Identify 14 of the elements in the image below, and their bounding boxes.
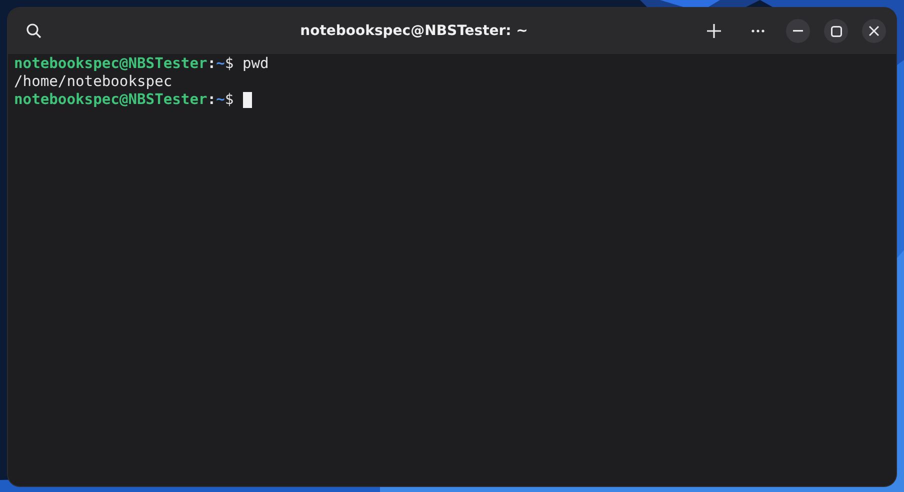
close-icon [869, 26, 879, 36]
output-line: /home/notebookspec [14, 73, 174, 91]
terminal-area[interactable]: notebookspec@NBSTester:~$ pwd /home/notebookspec notebookspec@NBSTester:~$ [8, 54, 896, 486]
more-icon [751, 29, 765, 33]
maximize-icon [830, 26, 842, 36]
minimize-button[interactable] [786, 19, 810, 43]
search-icon [26, 23, 42, 39]
plus-icon [707, 24, 721, 38]
maximize-button[interactable] [824, 19, 848, 43]
minimize-icon [793, 30, 803, 32]
close-button[interactable] [862, 19, 886, 43]
prompt-line: notebookspec@NBSTester:~$ pwd [14, 55, 270, 73]
window-title: notebookspec@NBSTester: ~ [299, 23, 529, 39]
prompt-line: notebookspec@NBSTester:~$ [14, 91, 890, 109]
